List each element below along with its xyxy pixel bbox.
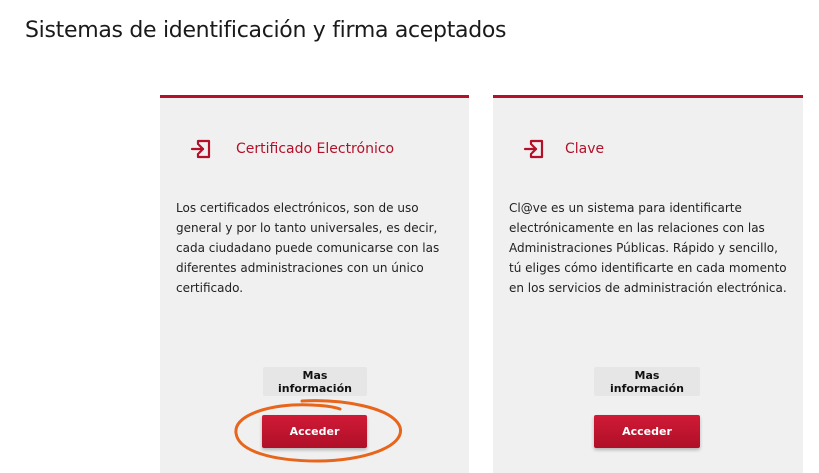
page: Sistemas de identificación y firma acept… [0, 0, 819, 473]
card-title: Certificado Electrónico [236, 141, 395, 157]
login-icon [523, 138, 545, 160]
card-description: Los certificados electrónicos, son de us… [176, 201, 440, 295]
card-certificado-electronico: Certificado Electrónico Los certificados… [160, 95, 469, 473]
access-button[interactable]: Acceder [262, 415, 367, 448]
card-clave: Clave Cl@ve es un sistema para identific… [493, 95, 803, 473]
card-title: Clave [565, 141, 605, 157]
more-info-button[interactable]: Mas información [594, 367, 700, 396]
page-title: Sistemas de identificación y firma acept… [25, 18, 507, 43]
card-description: Cl@ve es un sistema para identificarte e… [509, 201, 787, 295]
login-icon [190, 138, 212, 160]
more-info-button[interactable]: Mas información [263, 367, 367, 396]
card-header: Certificado Electrónico [190, 138, 394, 160]
card-header: Clave [523, 138, 604, 160]
access-button[interactable]: Acceder [594, 415, 700, 448]
